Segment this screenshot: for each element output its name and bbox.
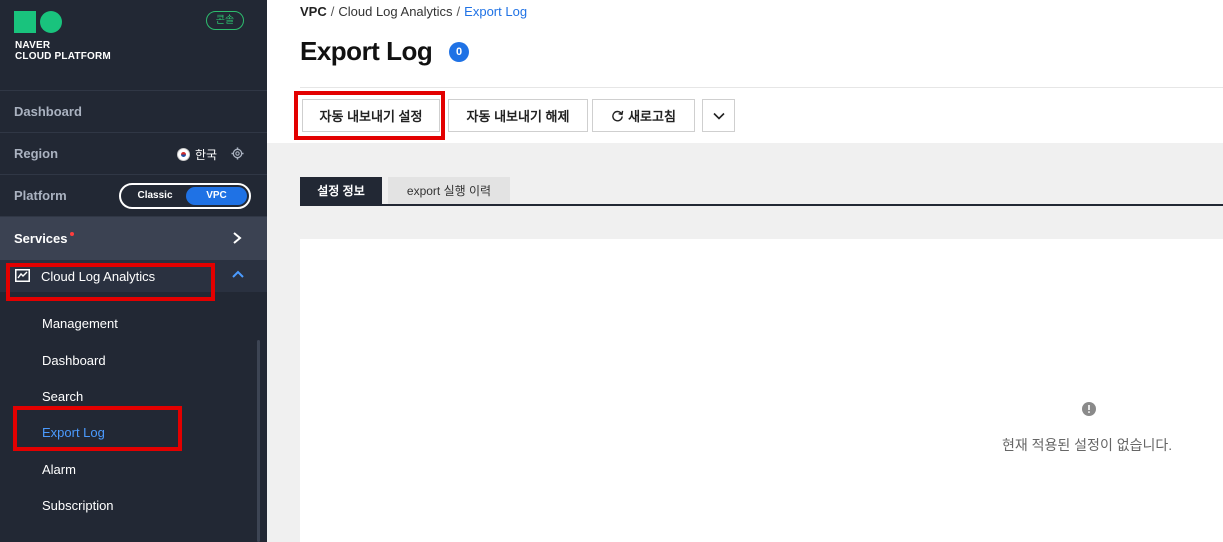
tab-underline <box>300 204 1223 206</box>
services-label: Services <box>14 231 68 246</box>
platform-option-classic[interactable]: Classic <box>124 187 186 205</box>
region-selector[interactable]: 한국 <box>177 146 217 163</box>
count-badge: 0 <box>449 42 469 62</box>
breadcrumb: VPC / Cloud Log Analytics / Export Log <box>300 4 527 19</box>
sidebar-item-dashboard[interactable]: Dashboard <box>42 353 106 368</box>
info-icon <box>1082 402 1096 416</box>
sidebar-item-management[interactable]: Management <box>42 316 118 331</box>
breadcrumb-cloud-log-analytics[interactable]: Cloud Log Analytics <box>338 4 452 19</box>
chevron-right-icon <box>233 232 242 244</box>
settings-panel <box>300 239 1223 542</box>
breadcrumb-vpc[interactable]: VPC <box>300 4 327 19</box>
breadcrumb-separator: / <box>330 4 335 19</box>
sidebar-item-subscription[interactable]: Subscription <box>42 498 114 513</box>
korea-flag-icon <box>177 148 190 161</box>
breadcrumb-export-log: Export Log <box>464 4 528 19</box>
tab-export-history[interactable]: export 실행 이력 <box>388 177 510 204</box>
nav-dashboard-label: Dashboard <box>14 104 82 119</box>
platform-label: Platform <box>14 188 67 203</box>
refresh-label: 새로고침 <box>628 109 676 124</box>
chevron-up-icon[interactable] <box>232 270 244 279</box>
naver-cloud-logo-icon[interactable] <box>14 10 64 34</box>
logo-text-line1: NAVER <box>15 40 51 51</box>
chevron-down-icon <box>712 112 725 120</box>
auto-export-release-button[interactable]: 자동 내보내기 해제 <box>448 99 588 132</box>
logo-text-line2: CLOUD PLATFORM <box>15 51 111 62</box>
empty-state-message: 현재 적용된 설정이 없습니다. <box>1002 437 1173 453</box>
service-group-label: Cloud Log Analytics <box>41 269 156 284</box>
nav-region: Region 한국 <box>0 133 267 175</box>
gear-icon[interactable] <box>231 147 244 160</box>
sidebar-item-alarm[interactable]: Alarm <box>42 462 76 477</box>
platform-option-vpc[interactable]: VPC <box>186 187 247 205</box>
refresh-button[interactable]: 새로고침 <box>592 99 695 132</box>
region-label: Region <box>14 146 59 161</box>
nav-dashboard[interactable]: Dashboard <box>0 90 267 133</box>
notification-dot <box>69 231 74 236</box>
refresh-icon <box>612 110 624 122</box>
cloud-log-analytics-icon <box>15 269 30 282</box>
platform-toggle[interactable]: Classic VPC <box>119 183 251 209</box>
title-divider <box>300 87 1223 88</box>
more-options-button[interactable] <box>702 99 735 132</box>
console-badge[interactable]: 콘솔 <box>206 11 244 30</box>
logo-text: NAVER CLOUD PLATFORM <box>15 40 111 62</box>
sidebar-scrollbar[interactable] <box>257 340 260 542</box>
breadcrumb-separator: / <box>456 4 461 19</box>
region-value: 한국 <box>195 148 218 162</box>
sidebar-item-search[interactable]: Search <box>42 389 83 404</box>
auto-export-setting-button[interactable]: 자동 내보내기 설정 <box>302 99 440 132</box>
sidebar: NAVER CLOUD PLATFORM 콘솔 Dashboard Region… <box>0 0 267 542</box>
page-title: Export Log <box>300 36 433 66</box>
nav-services[interactable]: Services <box>0 217 267 260</box>
service-group-cloud-log-analytics[interactable]: Cloud Log Analytics <box>0 260 267 292</box>
sidebar-item-export-log[interactable]: Export Log <box>42 425 105 440</box>
tab-settings-info[interactable]: 설정 정보 <box>300 177 382 204</box>
